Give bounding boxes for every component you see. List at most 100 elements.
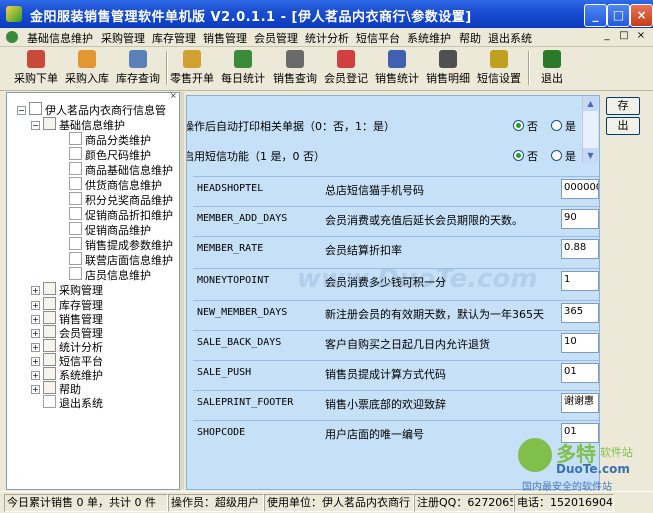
tree-leaf[interactable]: 促销商品折扣维护 (69, 207, 173, 222)
table-row: MEMBER_ADD_DAYS 会员消费或充值后延长会员期限的天数。 90 (193, 206, 599, 231)
document-icon (69, 132, 82, 145)
tree-node-sms[interactable]: + 短信平台 (31, 353, 103, 368)
minimize-button[interactable]: _ (584, 4, 607, 27)
param-value-input[interactable]: 90 (561, 209, 599, 229)
mdi-restore-button[interactable]: □ (617, 29, 631, 43)
status-bar: 今日累计销售 0 单，共计 0 件 操作员：超级用户 使用单位：伊人茗品内衣商行… (0, 491, 653, 513)
expand-icon[interactable]: + (31, 371, 40, 380)
expand-icon[interactable]: + (31, 385, 40, 394)
table-row: MONEYTOPOINT 会员消费多少钱可积一分 1 (193, 268, 599, 293)
collapse-icon[interactable]: − (17, 106, 26, 115)
option-label: 启用短信功能（1 是，0 否） (186, 150, 325, 163)
sales-query-button[interactable]: 销售查询 (271, 49, 319, 88)
table-row: HEADSHOPTEL 总店短信猫手机号码 000000 (193, 176, 599, 201)
purchase-order-button[interactable]: 采购下单 (12, 49, 60, 88)
param-value-input[interactable]: 01 (561, 363, 599, 383)
tree-node-system[interactable]: + 系统维护 (31, 367, 103, 382)
mdi-minimize-button[interactable]: _ (600, 29, 614, 43)
tree-leaf[interactable]: 商品分类维护 (69, 132, 151, 147)
expand-icon[interactable]: + (31, 357, 40, 366)
radio-yes[interactable]: 是 (551, 148, 576, 164)
tree-node-exit[interactable]: 退出系统 (43, 395, 103, 410)
document-icon (69, 192, 82, 205)
tree-node-member[interactable]: + 会员管理 (31, 325, 103, 340)
toolbar-separator (528, 51, 530, 85)
tree-leaf[interactable]: 店员信息维护 (69, 267, 151, 282)
tree-leaf[interactable]: 销售提成参数维护 (69, 237, 173, 252)
tree-leaf[interactable]: 促销商品维护 (69, 222, 151, 237)
scroll-down-icon[interactable]: ▼ (583, 148, 598, 163)
tree-node-basic[interactable]: − 基础信息维护 (31, 117, 125, 132)
param-value-input[interactable]: 1 (561, 271, 599, 291)
purchase-in-icon (78, 50, 96, 68)
folder-icon (43, 311, 56, 324)
option-sms-enable: 启用短信功能（1 是，0 否） 否 是 (187, 146, 599, 166)
purchase-in-button[interactable]: 采购入库 (63, 49, 111, 88)
menu-statistics[interactable]: 统计分析 (305, 30, 349, 46)
param-value-input[interactable]: 谢谢惠 (561, 393, 599, 413)
menu-bar: 基础信息维护 采购管理 库存管理 销售管理 会员管理 统计分析 短信平台 系统维… (0, 28, 653, 47)
exit-form-button[interactable]: 出 (606, 117, 640, 135)
tree-node-sales[interactable]: + 销售管理 (31, 311, 103, 326)
sales-stats-button[interactable]: 销售统计 (373, 49, 421, 88)
param-value-input[interactable]: 10 (561, 333, 599, 353)
sms-settings-button[interactable]: 短信设置 (475, 49, 523, 88)
panel-splitter[interactable] (180, 92, 184, 489)
document-icon (69, 177, 82, 190)
expand-icon[interactable]: + (31, 343, 40, 352)
close-button[interactable]: × (630, 4, 653, 27)
tree-node-purchase[interactable]: + 采购管理 (31, 282, 103, 297)
menu-system[interactable]: 系统维护 (407, 30, 451, 46)
tree-node-stock[interactable]: + 库存管理 (31, 297, 103, 312)
menu-purchase[interactable]: 采购管理 (101, 30, 145, 46)
expand-icon[interactable]: + (31, 315, 40, 324)
expand-icon[interactable]: + (31, 301, 40, 310)
expand-icon[interactable]: + (31, 286, 40, 295)
retail-button[interactable]: 零售开单 (168, 49, 216, 88)
collapse-icon[interactable]: − (31, 121, 40, 130)
param-key: SALEPRINT_FOOTER (197, 397, 294, 408)
radio-yes[interactable]: 是 (551, 118, 576, 134)
tree-root[interactable]: − 伊人茗品内衣商行信息管 (17, 102, 166, 117)
document-icon (69, 267, 82, 280)
menu-stock[interactable]: 库存管理 (152, 30, 196, 46)
menu-help[interactable]: 帮助 (459, 30, 481, 46)
maximize-button[interactable]: □ (607, 4, 630, 27)
daily-stats-button[interactable]: 每日统计 (219, 49, 267, 88)
menu-member[interactable]: 会员管理 (254, 30, 298, 46)
vertical-scrollbar[interactable]: ▲ ▼ (582, 96, 598, 163)
folder-icon (43, 297, 56, 310)
document-icon (43, 395, 56, 408)
tree-leaf[interactable]: 积分兑奖商品维护 (69, 192, 173, 207)
radio-no[interactable]: 否 (513, 118, 538, 134)
tree-leaf[interactable]: 供货商信息维护 (69, 177, 162, 192)
tree-node-help[interactable]: + 帮助 (31, 381, 81, 396)
radio-no[interactable]: 否 (513, 148, 538, 164)
stock-query-button[interactable]: 库存查询 (114, 49, 162, 88)
menu-sales[interactable]: 销售管理 (203, 30, 247, 46)
param-key: MONEYTOPOINT (197, 275, 270, 286)
sales-detail-button[interactable]: 销售明细 (424, 49, 472, 88)
param-value-input[interactable]: 365 (561, 303, 599, 323)
folder-icon (43, 367, 56, 380)
panel-close-icon[interactable]: × (170, 92, 178, 100)
param-desc: 新注册会员的有效期天数，默认为一年365天 (325, 308, 544, 321)
folder-icon (43, 325, 56, 338)
menu-basic-info[interactable]: 基础信息维护 (27, 30, 93, 46)
folder-icon (43, 381, 56, 394)
member-register-button[interactable]: 会员登记 (322, 49, 370, 88)
param-value-input[interactable]: 0.88 (561, 239, 599, 259)
table-row: SALE_BACK_DAYS 客户自购买之日起几日内允许退货 10 (193, 330, 599, 355)
mdi-close-button[interactable]: × (634, 29, 648, 43)
menu-sms[interactable]: 短信平台 (356, 30, 400, 46)
tree-leaf[interactable]: 商品基础信息维护 (69, 162, 173, 177)
tree-node-statistics[interactable]: + 统计分析 (31, 339, 103, 354)
tree-leaf[interactable]: 联营店面信息维护 (69, 252, 173, 267)
save-button[interactable]: 存 (606, 97, 640, 115)
scroll-up-icon[interactable]: ▲ (583, 96, 598, 111)
expand-icon[interactable]: + (31, 329, 40, 338)
exit-button[interactable]: 退出 (536, 49, 568, 88)
param-value-input[interactable]: 000000 (561, 179, 599, 199)
tree-leaf[interactable]: 颜色尺码维护 (69, 147, 151, 162)
menu-exit[interactable]: 退出系统 (488, 30, 532, 46)
